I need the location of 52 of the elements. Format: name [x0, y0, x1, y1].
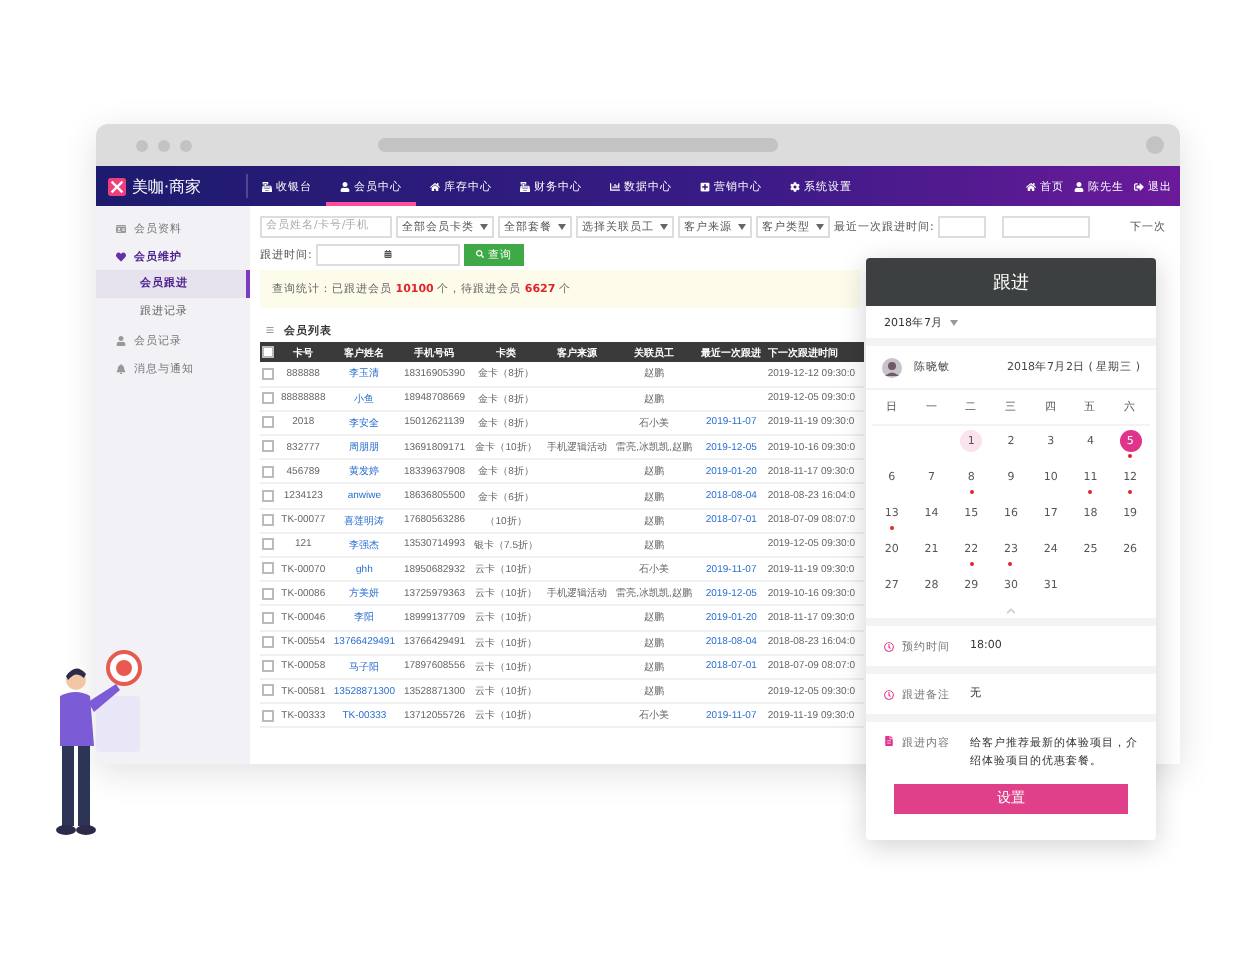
- logout-icon: [1134, 181, 1144, 191]
- caret-icon: [558, 223, 566, 229]
- chart-icon: [610, 181, 620, 191]
- user-icon: [116, 335, 126, 345]
- settings-icon: [790, 181, 800, 191]
- caret-icon: [738, 223, 746, 229]
- checkbox[interactable]: [262, 465, 275, 478]
- date-field[interactable]: [315, 243, 460, 265]
- checkbox[interactable]: [262, 392, 275, 405]
- plus-icon: [700, 181, 710, 191]
- home-icon: [430, 181, 440, 191]
- checkbox[interactable]: [262, 538, 275, 551]
- checkbox[interactable]: [262, 440, 275, 453]
- checkbox[interactable]: [262, 416, 275, 429]
- caret-icon: [816, 223, 824, 229]
- user-icon: [1074, 181, 1084, 191]
- checkbox[interactable]: [262, 611, 275, 624]
- document-icon: [884, 736, 894, 746]
- address-bar[interactable]: [378, 138, 778, 152]
- collapse-icon[interactable]: [1006, 606, 1016, 616]
- date-field[interactable]: [1001, 215, 1090, 237]
- caret-icon: [660, 223, 668, 229]
- checkbox[interactable]: [262, 367, 275, 380]
- list-icon: [266, 326, 274, 334]
- register-icon: [520, 181, 530, 191]
- heart-icon: [116, 251, 126, 261]
- date-field[interactable]: [937, 215, 986, 237]
- caret-icon: [949, 319, 957, 325]
- checkbox[interactable]: [262, 514, 275, 527]
- checkbox[interactable]: [262, 660, 275, 673]
- clock-icon: [884, 641, 894, 651]
- brand-name: 美咖·商家: [132, 175, 202, 197]
- profile-icon[interactable]: [1146, 136, 1164, 154]
- checkbox[interactable]: [262, 562, 275, 575]
- home-icon: [1026, 181, 1036, 191]
- checkbox[interactable]: [262, 345, 275, 358]
- user-icon: [340, 181, 350, 191]
- avatar-icon: [882, 357, 902, 377]
- logo-icon: [108, 177, 126, 195]
- card-icon: [116, 223, 126, 233]
- bell-icon: [116, 363, 126, 373]
- register-icon: [262, 181, 272, 191]
- checkbox[interactable]: [262, 635, 275, 648]
- checkbox[interactable]: [262, 489, 275, 502]
- checkbox[interactable]: [262, 709, 275, 722]
- calendar-icon: [383, 250, 392, 258]
- search-icon: [475, 250, 484, 258]
- checkbox[interactable]: [262, 684, 275, 697]
- clock-icon: [884, 689, 894, 699]
- checkbox[interactable]: [262, 587, 275, 600]
- caret-icon: [480, 223, 488, 229]
- panel-title: 跟进: [866, 258, 1156, 306]
